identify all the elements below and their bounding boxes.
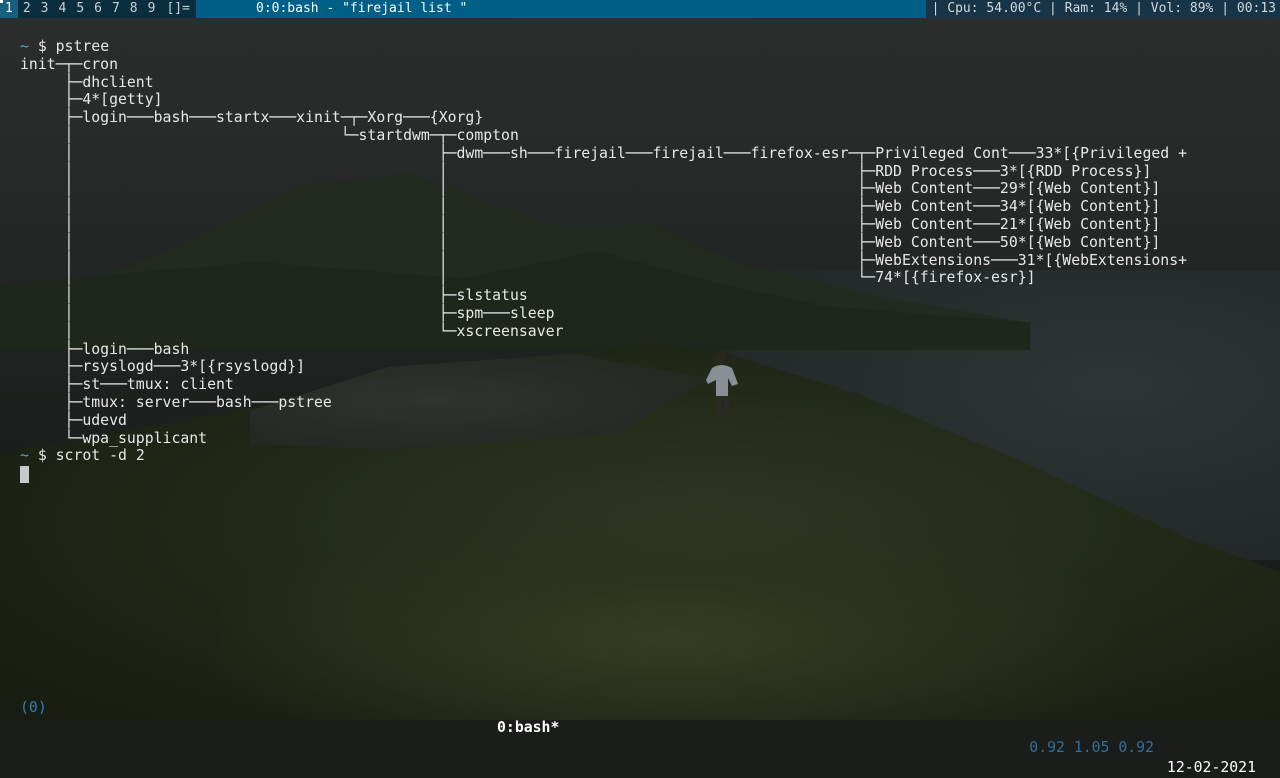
prompt-symbol: ~: [20, 38, 29, 55]
workspace-tag-5[interactable]: 5: [71, 0, 89, 18]
layout-indicator[interactable]: []=: [160, 0, 196, 18]
workspace-tag-4[interactable]: 4: [53, 0, 71, 18]
terminal-line: ├─rsyslogd───3*[{rsyslogd}]: [20, 358, 306, 376]
terminal-line: │ │ ├─RDD Process───3*[{RDD Process}]: [20, 162, 1152, 180]
terminal-line: ├─login───bash: [20, 340, 190, 358]
terminal-line: │ ├─spm───sleep: [20, 304, 555, 322]
terminal-output[interactable]: ~ $ pstree init─┬─cron ├─dhclient ├─4*[ge…: [20, 38, 1188, 484]
terminal-line: ├─4*[getty]: [20, 91, 163, 109]
terminal-line: │ │ ├─WebExtensions───31*[{WebExtensions…: [20, 251, 1188, 269]
tmux-session-name: (0): [20, 699, 47, 716]
workspace-tag-9[interactable]: 9: [143, 0, 161, 18]
terminal-line: │ ├─dwm───sh───firejail───firejail───fir…: [20, 144, 1188, 162]
terminal-line: │ └─startdwm─┬─compton: [20, 126, 519, 144]
top-status-bar: 1 2 3 4 5 6 7 8 9 []= 0:0:bash - "firejail list "…: [0, 0, 1280, 18]
workspace-tag-7[interactable]: 7: [107, 0, 125, 18]
terminal-cursor: [20, 466, 29, 484]
workspace-tag-6[interactable]: 6: [89, 0, 107, 18]
terminal-line: ├─st───tmux: client: [20, 376, 234, 394]
system-status: | Cpu: 54.00°C | Ram: 14% | Vol: 89% | 0…: [925, 0, 1280, 18]
status-date: 12-02-2021: [1166, 759, 1256, 776]
terminal-line: │ │ ├─Web Content───21*[{Web Content}]: [20, 215, 1161, 233]
load-average: 0.92 1.05 0.92: [1029, 739, 1154, 756]
terminal-line: │ ├─slstatus: [20, 287, 528, 305]
terminal-line: │ │ ├─Web Content───29*[{Web Content}]: [20, 180, 1161, 198]
terminal-line: ├─tmux: server───bash───pstree: [20, 393, 332, 411]
tmux-window-tab[interactable]: 0:bash*: [497, 718, 559, 738]
terminal-line: │ │ └─74*[{firefox-esr}]: [20, 269, 1036, 287]
terminal-line: ~ $ scrot -d 2: [20, 447, 145, 465]
workspace-tag-1[interactable]: 1: [0, 0, 18, 18]
terminal-line: │ └─xscreensaver: [20, 322, 564, 340]
terminal-line: init─┬─cron: [20, 55, 118, 73]
prompt-symbol: ~: [20, 447, 29, 465]
workspace-list: 1 2 3 4 5 6 7 8 9 []=: [0, 0, 196, 18]
terminal-line: ├─login───bash───startx───xinit─┬─Xorg──…: [20, 109, 484, 127]
workspace-tag-3[interactable]: 3: [36, 0, 54, 18]
window-title: 0:0:bash - "firejail list ": [251, 0, 946, 18]
prompt-line[interactable]: [20, 465, 1187, 484]
terminal-line: ├─udevd: [20, 411, 127, 429]
terminal-line: ├─dhclient: [20, 73, 154, 91]
terminal-line: └─wpa_supplicant: [20, 429, 208, 447]
terminal-line: │ │ ├─Web Content───34*[{Web Content}]: [20, 198, 1161, 216]
workspace-tag-2[interactable]: 2: [18, 0, 36, 18]
terminal-line: │ │ ├─Web Content───50*[{Web Content}]: [20, 233, 1161, 251]
workspace-tag-8[interactable]: 8: [125, 0, 143, 18]
terminal-line: ~ $ pstree: [20, 38, 110, 55]
tmux-status-bar: (0) 0:bash* 0.92 1.05 0.92 12-02-2021: [0, 678, 1280, 776]
